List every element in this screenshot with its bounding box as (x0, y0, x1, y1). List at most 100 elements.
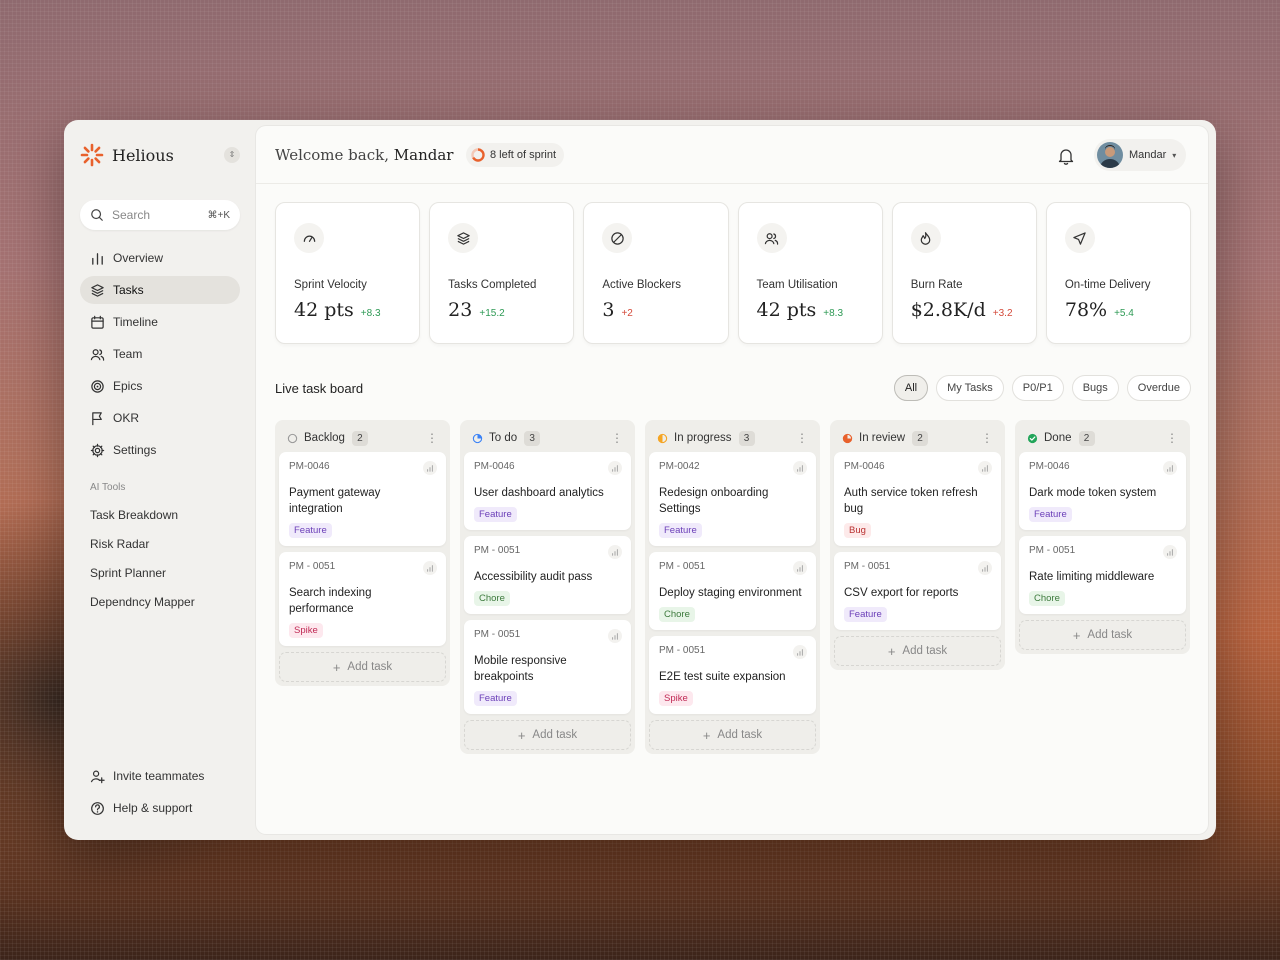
more-vertical-icon[interactable]: ⋮ (1166, 431, 1178, 445)
column-title: Backlog (304, 432, 345, 444)
column-count-badge: 2 (1078, 430, 1095, 446)
search-input[interactable] (112, 208, 200, 222)
kpi-value: $2.8K/d (910, 299, 986, 321)
brand[interactable]: Helious ⇕ (80, 142, 240, 168)
plus-icon: + (1072, 627, 1081, 643)
welcome-message: Welcome back, Mandar (275, 146, 453, 164)
filter-p0-p1[interactable]: P0/P1 (1011, 375, 1064, 401)
sidebar-item-team[interactable]: Team (80, 340, 240, 368)
user-menu[interactable]: Mandar ▾ (1094, 139, 1187, 171)
kpi-card-burn-rate[interactable]: Burn Rate $2.8K/d +3.2 (891, 202, 1037, 344)
ai-tool-dependncy-mapper[interactable]: Dependncy Mapper (80, 587, 240, 616)
task-card[interactable]: PM - 0051 CSV export for reports Feature (834, 552, 1001, 630)
kpi-card-tasks-completed[interactable]: Tasks Completed 23 +15.2 (429, 202, 575, 344)
task-card[interactable]: PM - 0051 Deploy staging environment Chore (649, 552, 816, 630)
priority-bars-icon[interactable] (793, 645, 807, 659)
sidebar-item-epics[interactable]: Epics (80, 372, 240, 400)
column-backlog: Backlog 2 ⋮ PM-0046 Payment gateway integrat… (275, 420, 450, 686)
priority-bars-icon[interactable] (978, 461, 992, 475)
filter-overdue[interactable]: Overdue (1126, 375, 1191, 401)
task-card[interactable]: PM-0046 Dark mode token system Feature (1019, 452, 1186, 530)
sidebar-item-settings[interactable]: Settings (80, 436, 240, 464)
task-card[interactable]: PM - 0051 Search indexing performance Spik… (279, 552, 446, 646)
task-tag: Chore (1029, 591, 1065, 606)
ai-tool-sprint-planner[interactable]: Sprint Planner (80, 558, 240, 587)
column-title: To do (489, 432, 518, 444)
main-panel: Welcome back, Mandar 8 left of sprint Ma… (256, 126, 1208, 834)
priority-bars-icon[interactable] (608, 629, 622, 643)
kpi-icon-wrap (602, 223, 633, 253)
sprint-remaining-badge[interactable]: 8 left of sprint (466, 143, 565, 167)
priority-bars-icon[interactable] (1163, 545, 1177, 559)
priority-bars-icon[interactable] (423, 461, 437, 475)
column-count-badge: 3 (524, 430, 541, 446)
kpi-delta: +5.4 (1114, 308, 1134, 319)
more-vertical-icon[interactable]: ⋮ (796, 431, 808, 445)
kpi-icon-wrap (1064, 223, 1095, 253)
filter-my-tasks[interactable]: My Tasks (936, 375, 1004, 401)
add-task-button[interactable]: + Add task (834, 636, 1001, 666)
bar-chart-icon (92, 252, 103, 265)
task-title: Payment gateway integration (289, 487, 381, 515)
task-card[interactable]: PM-0046 User dashboard analytics Feature (464, 452, 631, 530)
notification-bell-icon[interactable] (1056, 146, 1076, 166)
sidebar-item-invite-teammates[interactable]: Invite teammates (80, 762, 240, 790)
task-title: Redesign onboarding Settings (659, 487, 769, 515)
signal-bars-icon (427, 465, 433, 472)
add-task-button[interactable]: + Add task (464, 720, 631, 750)
task-tag: Feature (289, 523, 332, 538)
sidebar-item-label: Help & support (113, 801, 193, 815)
gear-icon (90, 443, 105, 457)
kpi-card-on-time-delivery[interactable]: On-time Delivery 78% +5.4 (1045, 202, 1192, 344)
task-card[interactable]: PM-0046 Auth service token refresh bug Bug (834, 452, 1001, 546)
signal-bars-icon (427, 565, 433, 572)
more-vertical-icon[interactable]: ⋮ (981, 431, 993, 445)
workspace-switcher-icon[interactable]: ⇕ (224, 147, 240, 163)
signal-bars-icon (1167, 465, 1173, 472)
sidebar-item-tasks[interactable]: Tasks (80, 276, 240, 304)
priority-bars-icon[interactable] (1163, 461, 1177, 475)
search-box[interactable]: ⌘+K (80, 200, 240, 230)
task-tag: Feature (1029, 507, 1072, 522)
task-id: PM - 0051 (844, 561, 891, 572)
more-vertical-icon[interactable]: ⋮ (611, 431, 623, 445)
sidebar-item-timeline[interactable]: Timeline (80, 308, 240, 336)
filter-bugs[interactable]: Bugs (1071, 375, 1119, 401)
column-in-review: In review 2 ⋮ PM-0046 Auth service token ref… (830, 420, 1005, 670)
task-card[interactable]: PM-0046 Payment gateway integration Featur… (279, 452, 446, 546)
priority-bars-icon[interactable] (793, 561, 807, 575)
priority-bars-icon[interactable] (608, 545, 622, 559)
kpi-card-team-utilisation[interactable]: Team Utilisation 42 pts +8.3 (737, 202, 883, 344)
sidebar-item-overview[interactable]: Overview (80, 244, 240, 272)
kpi-value: 78% (1064, 299, 1108, 321)
task-card[interactable]: PM - 0051 Accessibility audit pass Chore (464, 536, 631, 614)
add-task-button[interactable]: + Add task (1019, 620, 1186, 650)
gauge-icon (303, 235, 315, 242)
sidebar-item-okr[interactable]: OKR (80, 404, 240, 432)
add-task-button[interactable]: + Add task (279, 652, 446, 682)
priority-bars-icon[interactable] (793, 461, 807, 475)
kpi-card-sprint-velocity[interactable]: Sprint Velocity 42 pts +8.3 (275, 202, 421, 344)
sidebar-item-help-support[interactable]: Help & support (80, 794, 240, 822)
status-progress-icon (657, 433, 668, 443)
task-tag: Feature (659, 523, 702, 538)
filter-all[interactable]: All (893, 375, 929, 401)
calendar-icon (91, 315, 104, 329)
priority-bars-icon[interactable] (423, 561, 437, 575)
plus-icon: + (332, 659, 341, 675)
sidebar: Helious ⇕ ⌘+K Overview Tasks Timeline Team E… (64, 120, 256, 840)
priority-bars-icon[interactable] (978, 561, 992, 575)
kpi-card-active-blockers[interactable]: Active Blockers 3 +2 (583, 202, 729, 344)
priority-bars-icon[interactable] (608, 461, 622, 475)
ai-tool-task-breakdown[interactable]: Task Breakdown (80, 500, 240, 529)
plus-icon: + (887, 643, 896, 659)
add-task-button[interactable]: + Add task (649, 720, 816, 750)
task-card[interactable]: PM - 0051 Mobile responsive breakpoints Fe… (464, 620, 631, 714)
task-title: Search indexing performance (289, 587, 372, 615)
ai-tool-risk-radar[interactable]: Risk Radar (80, 529, 240, 558)
task-card[interactable]: PM-0042 Redesign onboarding Settings Featu… (649, 452, 816, 546)
task-card[interactable]: PM - 0051 Rate limiting middleware Chore (1019, 536, 1186, 614)
more-vertical-icon[interactable]: ⋮ (426, 431, 438, 445)
kpi-value-row: 42 pts +8.3 (757, 299, 844, 321)
task-card[interactable]: PM - 0051 E2E test suite expansion Spike (649, 636, 816, 714)
